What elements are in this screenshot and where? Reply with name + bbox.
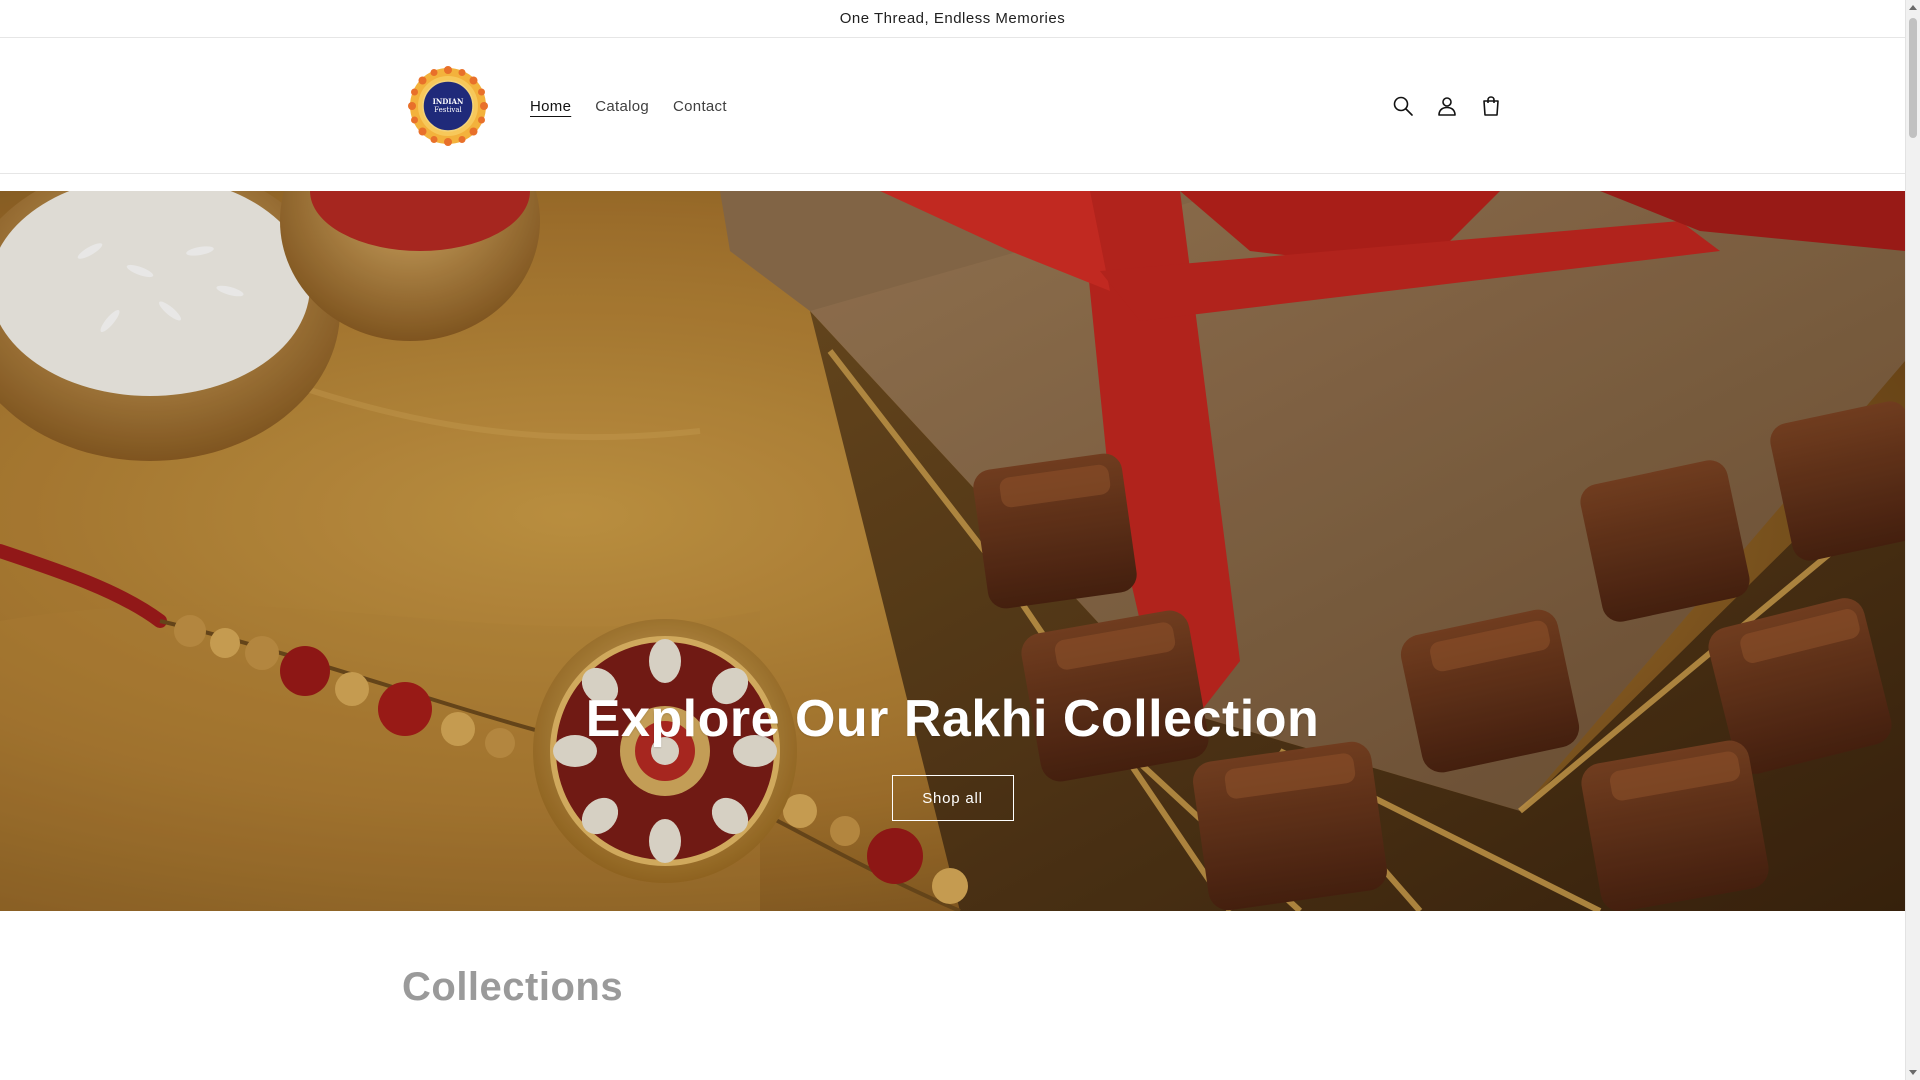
- main-nav: Home Catalog Contact: [518, 98, 739, 115]
- logo-text-line2: Festival: [434, 106, 462, 114]
- page-scrollbar[interactable]: [1905, 0, 1920, 1080]
- nav-home[interactable]: Home: [518, 98, 583, 115]
- scroll-down-icon[interactable]: [1909, 1070, 1917, 1075]
- hero-title: Explore Our Rakhi Collection: [585, 690, 1320, 748]
- scroll-thumb[interactable]: [1909, 18, 1917, 138]
- scroll-up-icon[interactable]: [1909, 5, 1917, 10]
- search-icon: [1393, 96, 1413, 116]
- cart-button[interactable]: [1476, 91, 1506, 121]
- collections-heading: Collections: [402, 965, 624, 1009]
- account-icon: [1438, 97, 1456, 116]
- logo-text-line1: INDIAN: [432, 97, 464, 106]
- page: One Thread, Endless Memories INDIAN Fest…: [0, 0, 1905, 1080]
- header-actions: [1388, 91, 1506, 121]
- hero-banner: Explore Our Rakhi Collection Shop all: [0, 191, 1905, 911]
- announcement-bar: One Thread, Endless Memories: [0, 0, 1905, 38]
- search-button[interactable]: [1388, 91, 1418, 121]
- nav-contact[interactable]: Contact: [661, 98, 739, 115]
- announcement-text: One Thread, Endless Memories: [839, 10, 1066, 27]
- account-button[interactable]: [1432, 91, 1462, 121]
- site-header: INDIAN Festival Home Catalog Contact: [0, 38, 1905, 174]
- store-logo[interactable]: INDIAN Festival: [408, 66, 488, 146]
- shop-all-button[interactable]: Shop all: [891, 775, 1014, 821]
- cart-icon: [1483, 96, 1499, 116]
- nav-catalog[interactable]: Catalog: [583, 98, 661, 115]
